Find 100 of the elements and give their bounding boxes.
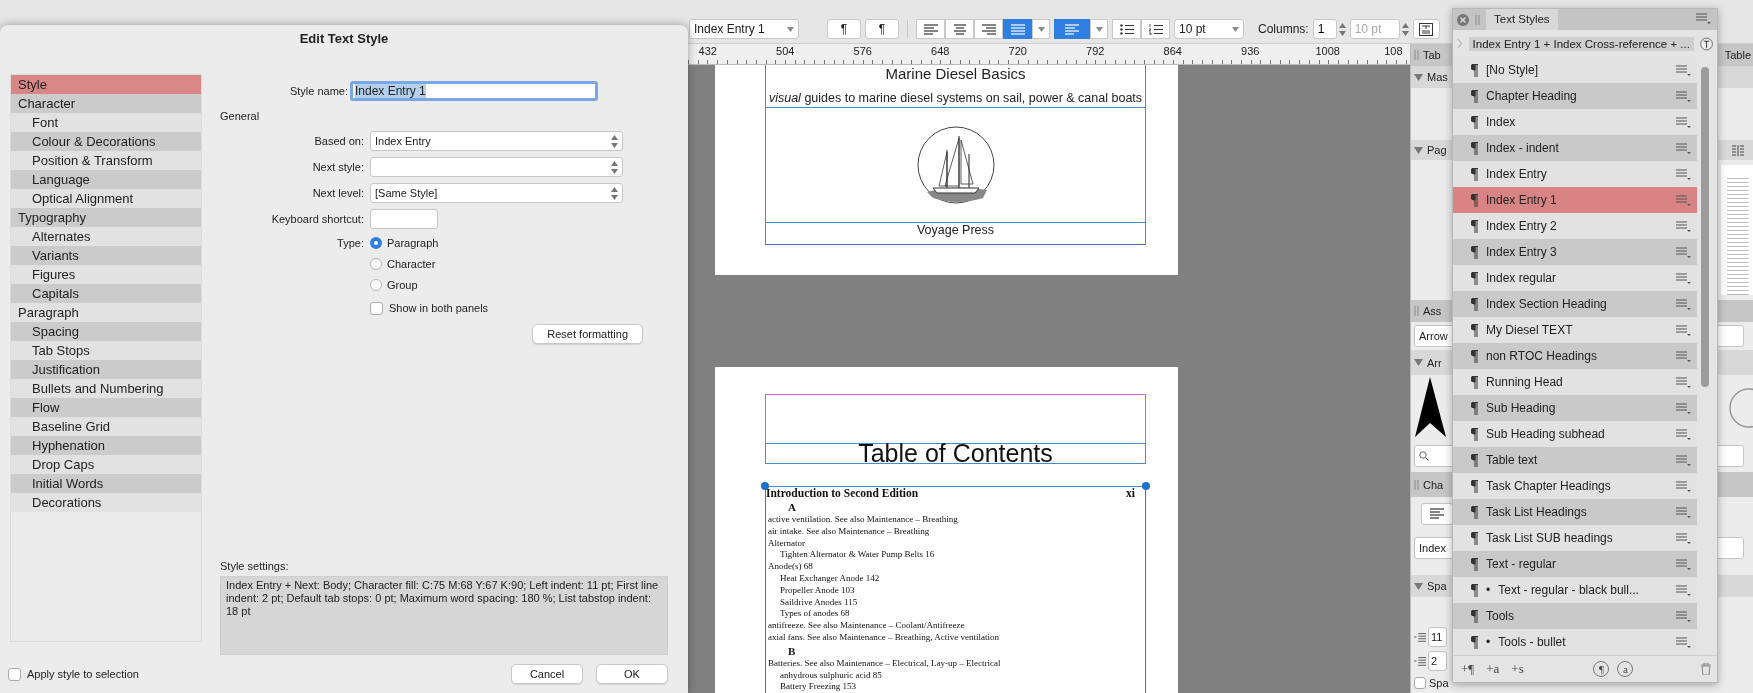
menu-icon[interactable] (1676, 428, 1691, 440)
menu-icon[interactable] (1676, 480, 1691, 492)
stepper-icon[interactable] (611, 160, 618, 174)
sidebar-item[interactable]: Variants (11, 246, 201, 265)
sidebar-item[interactable]: Bullets and Numbering (11, 379, 201, 398)
align-center-button[interactable] (945, 19, 974, 39)
style-list-item[interactable]: Chapter Heading (1453, 83, 1697, 109)
menu-icon[interactable] (1676, 220, 1691, 232)
grip-icon[interactable] (1475, 14, 1480, 25)
style-list-item[interactable]: Index Entry 1 (1453, 187, 1697, 213)
based-on-dropdown[interactable]: Index Entry (370, 131, 623, 151)
menu-icon[interactable] (1676, 558, 1691, 570)
menu-icon[interactable] (1676, 454, 1691, 466)
justify-button[interactable] (1003, 19, 1032, 39)
add-style-button[interactable]: +¶ (1459, 661, 1477, 677)
style-list-item[interactable]: Index Entry 3 (1453, 239, 1697, 265)
panel-tab[interactable]: Text Styles (1486, 9, 1558, 30)
sidebar-item[interactable]: Hyphenation (11, 436, 201, 455)
checkbox[interactable] (8, 667, 21, 681)
sidebar-item[interactable]: Optical Alignment (11, 189, 201, 208)
add-style-button[interactable]: +s (1509, 661, 1526, 677)
panel-tab[interactable]: Cha (1423, 478, 1444, 491)
sidebar-item[interactable]: Tab Stops (11, 341, 201, 360)
menu-icon[interactable] (1676, 246, 1691, 258)
trash-icon[interactable] (1701, 663, 1711, 675)
radio-button[interactable] (370, 236, 382, 249)
style-list-item[interactable]: Index Section Heading (1453, 291, 1697, 317)
align-left-button[interactable] (916, 19, 945, 39)
stepper-icon[interactable] (611, 186, 618, 200)
sidebar-item[interactable]: Spacing (11, 322, 201, 341)
checkbox[interactable] (1414, 677, 1426, 689)
menu-icon[interactable] (1676, 324, 1691, 336)
panel-tab[interactable]: Table (1724, 49, 1751, 61)
sidebar-item[interactable]: Figures (11, 265, 201, 284)
grip-icon[interactable] (1414, 479, 1419, 490)
menu-icon[interactable] (1676, 376, 1691, 388)
menu-icon[interactable] (1676, 584, 1691, 596)
add-style-button[interactable]: +a (1484, 661, 1502, 677)
menu-icon[interactable] (1676, 194, 1691, 206)
style-name-field[interactable]: Index Entry 1 (350, 81, 598, 101)
disclosure-triangle-icon[interactable] (1414, 73, 1423, 81)
menu-icon[interactable] (1676, 402, 1691, 414)
panel-tab[interactable]: Tab (1423, 49, 1441, 61)
menu-icon[interactable] (1676, 350, 1691, 362)
sidebar-item[interactable]: Capitals (11, 284, 201, 303)
reset-formatting-button[interactable]: Reset formatting (532, 324, 643, 344)
menu-icon[interactable] (1676, 64, 1691, 76)
style-list-item[interactable]: Table text (1453, 447, 1697, 473)
style-list-item[interactable]: non RTOC Headings (1453, 343, 1697, 369)
menu-icon[interactable] (1676, 532, 1691, 544)
disclosure-triangle-icon[interactable] (1414, 582, 1423, 590)
menu-icon[interactable] (1676, 272, 1691, 284)
radio-button[interactable] (370, 278, 382, 291)
style-list-item[interactable]: Task List Headings (1453, 499, 1697, 525)
sidebar-item[interactable]: Paragraph (11, 303, 201, 322)
number-field[interactable]: 11 (1428, 627, 1447, 647)
page-thumbnail[interactable] (1721, 165, 1753, 295)
sidebar-item[interactable]: Alternates (11, 227, 201, 246)
sidebar-item[interactable]: Position & Transform (11, 151, 201, 170)
menu-icon[interactable] (1676, 298, 1691, 310)
sidebar-item[interactable]: Initial Words (11, 474, 201, 493)
cancel-button[interactable]: Cancel (511, 664, 583, 684)
stepper-icon[interactable] (611, 134, 618, 148)
sidebar-item[interactable]: Font (11, 113, 201, 132)
columns-field[interactable]: 1 (1312, 19, 1337, 39)
menu-icon[interactable] (1676, 90, 1691, 102)
sidebar-item[interactable]: Justification (11, 360, 201, 379)
style-list-item[interactable]: Text - regular (1453, 551, 1697, 577)
close-icon[interactable] (1457, 13, 1469, 26)
bullet-list-button[interactable] (1112, 19, 1141, 39)
next-level-dropdown[interactable]: [Same Style] (370, 183, 623, 203)
selection-handle[interactable] (761, 482, 769, 490)
sidebar-item[interactable]: Colour & Decorations (11, 132, 201, 151)
sidebar-item[interactable]: Flow (11, 398, 201, 417)
chevron-right-icon[interactable] (1457, 39, 1463, 48)
sidebar-item[interactable]: Style (11, 75, 201, 94)
style-list-item[interactable]: Sub Heading (1453, 395, 1697, 421)
align-left-button[interactable] (1421, 502, 1453, 525)
sidebar-item[interactable]: Character (11, 94, 201, 113)
columns-icon[interactable] (1731, 144, 1745, 156)
sidebar-item[interactable]: Decorations (11, 493, 201, 512)
menu-icon[interactable] (1676, 636, 1691, 648)
menu-icon[interactable] (1696, 12, 1711, 24)
panel-tab[interactable]: Ass (1423, 305, 1442, 317)
disclosure-triangle-icon[interactable] (1414, 146, 1423, 154)
shortcut-field[interactable] (370, 209, 438, 229)
style-list-item[interactable]: Tools (1453, 603, 1697, 629)
sidebar-item[interactable]: Drop Caps (11, 455, 201, 474)
align-right-button[interactable] (974, 19, 1003, 39)
dropdown-button[interactable] (1032, 19, 1050, 39)
grip-icon[interactable] (1414, 50, 1419, 60)
grip-icon[interactable] (1414, 306, 1419, 316)
font-size-dropdown[interactable]: 10 pt (1174, 19, 1244, 39)
text-frame-button[interactable] (1412, 19, 1440, 39)
sidebar-item[interactable]: Language (11, 170, 201, 189)
style-dropdown[interactable]: Index Entry 1 (689, 19, 799, 39)
paragraph-alignment-button[interactable] (1054, 19, 1090, 39)
sidebar-item[interactable]: Baseline Grid (11, 417, 201, 436)
style-list-item[interactable]: Index - indent (1453, 135, 1697, 161)
disclosure-triangle-icon[interactable] (1414, 359, 1423, 366)
